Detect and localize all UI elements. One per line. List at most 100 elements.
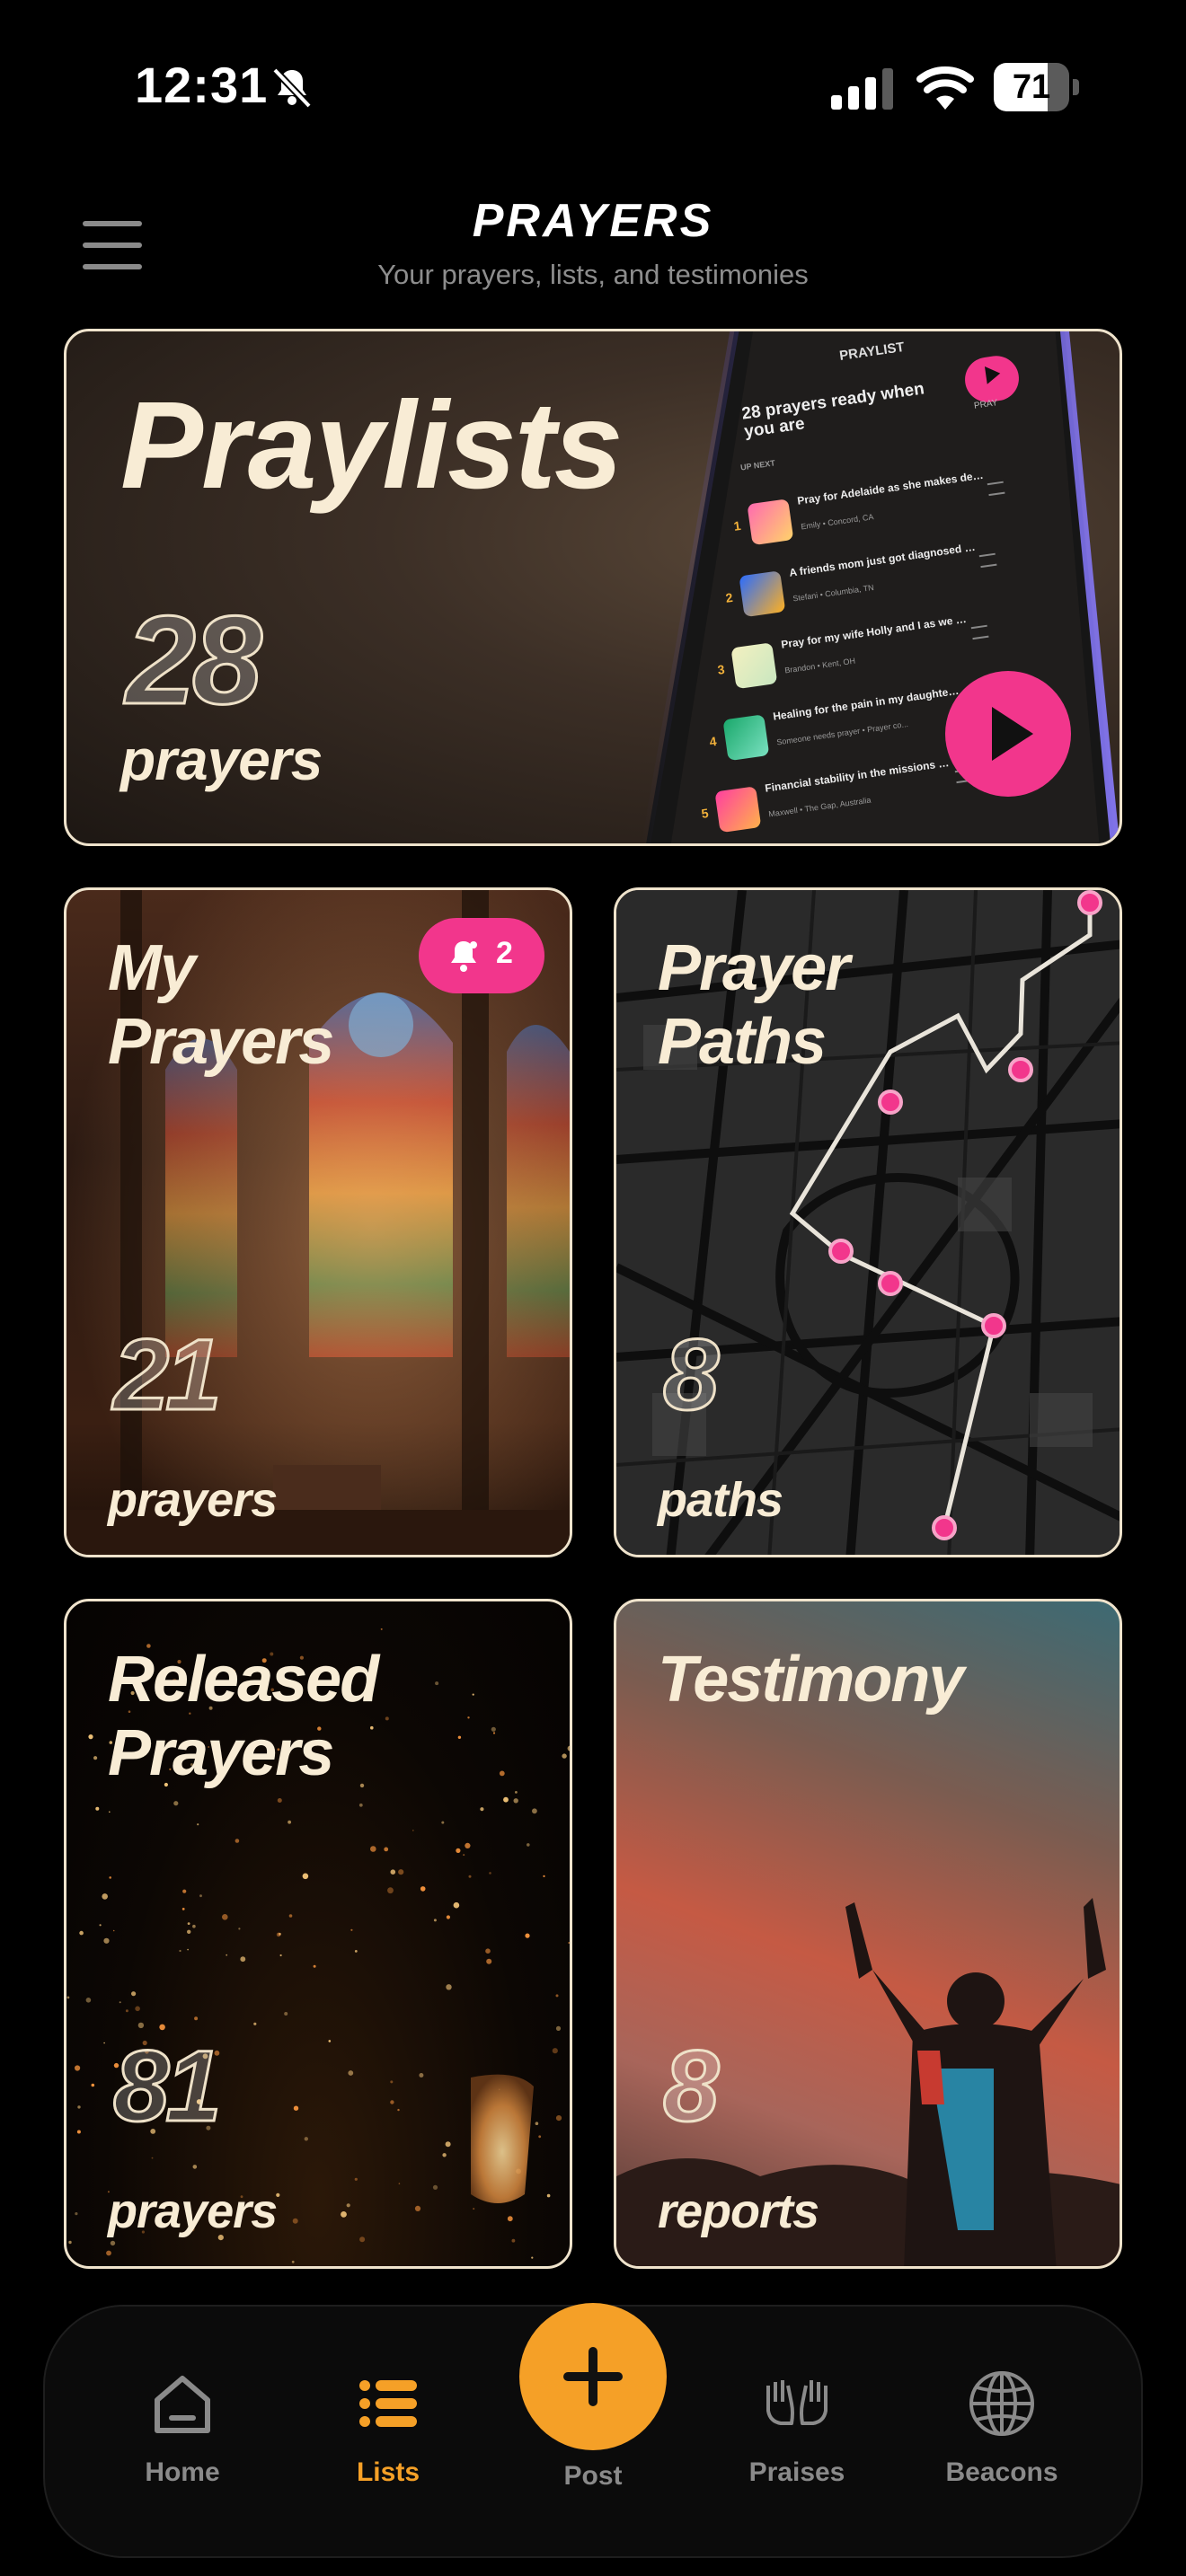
play-icon — [992, 707, 1033, 761]
tab-praises[interactable]: Praises — [707, 2368, 887, 2493]
lantern-dot — [446, 1984, 452, 1990]
lantern-dot — [390, 2100, 394, 2104]
lantern-dot — [135, 2006, 140, 2012]
lantern-dot — [532, 1808, 537, 1814]
praylists-title: Praylists — [120, 376, 623, 515]
lantern-dot — [432, 2184, 438, 2190]
lantern-dot — [313, 1964, 316, 1968]
phone-item-number: 4 — [708, 733, 718, 749]
praylists-unit: prayers — [120, 728, 323, 792]
lantern-dot — [387, 1887, 394, 1894]
lantern-dot — [414, 2205, 421, 2211]
phone-item-number: 5 — [700, 805, 710, 821]
testimony-card[interactable]: Testimony 8 reports — [614, 1599, 1122, 2269]
lantern-dot — [75, 2065, 81, 2071]
lantern-dot — [91, 2083, 95, 2087]
post-button[interactable] — [519, 2303, 667, 2450]
prayer-paths-unit: paths — [658, 1473, 783, 1527]
lantern-dot — [441, 1821, 445, 1824]
lantern-dot — [446, 1915, 450, 1919]
lantern-dot — [358, 1803, 363, 1807]
phone-item-number: 3 — [716, 661, 726, 677]
lantern-dot — [507, 2216, 513, 2222]
lantern-dot — [276, 1932, 281, 1937]
tab-lists[interactable]: Lists — [298, 2368, 478, 2493]
lantern-dot — [473, 2208, 475, 2210]
lantern-dot — [192, 1924, 196, 1928]
plus-icon — [563, 2347, 623, 2406]
lantern-dot — [555, 2115, 562, 2122]
lantern-dot — [288, 1914, 293, 1918]
lantern-dot — [173, 1801, 179, 1806]
lantern-dot — [103, 2042, 105, 2044]
phone-item-thumbnail — [730, 642, 778, 690]
battery-level: 71 — [1012, 68, 1051, 106]
lantern-dot — [106, 2250, 111, 2256]
lantern-dot — [277, 1798, 282, 1803]
lantern-dot — [453, 1901, 460, 1909]
released-prayers-card[interactable]: Released Prayers 81 prayers — [64, 1599, 572, 2269]
lantern-dot — [562, 1753, 567, 1759]
lantern-dot — [102, 1893, 108, 1900]
lantern-dot — [555, 2025, 562, 2031]
phone-item-thumbnail — [714, 786, 762, 834]
lantern-dot — [137, 2022, 145, 2029]
tab-home[interactable]: Home — [93, 2368, 272, 2493]
lantern-dot — [511, 2238, 516, 2243]
lantern-dot — [346, 2203, 350, 2208]
lantern-dot — [465, 1842, 471, 1848]
page-title: PRAYERS — [472, 195, 714, 247]
battery-icon: 71 — [994, 63, 1080, 111]
praising-hands-icon — [766, 2380, 828, 2425]
prayer-paths-card[interactable]: Prayer Paths 8 paths — [614, 887, 1122, 1557]
lantern-dot — [485, 1948, 491, 1954]
list-icon — [359, 2380, 417, 2427]
released-count: 81 — [112, 2030, 224, 2142]
lantern-dot — [240, 1956, 246, 1963]
lantern-dot — [468, 1875, 472, 1878]
lantern-dot — [543, 1875, 545, 1877]
lantern-dot — [179, 1949, 181, 1953]
lantern-dot — [435, 1681, 439, 1686]
tab-beacons[interactable]: Beacons — [912, 2368, 1092, 2493]
globe-icon — [969, 2371, 1034, 2436]
praylists-card[interactable]: PRAYLIST PRAY 28 prayers ready when you … — [64, 329, 1122, 846]
play-button[interactable] — [945, 671, 1071, 797]
my-prayers-title-line1: My — [108, 932, 196, 1004]
notification-badge[interactable]: 2 — [419, 918, 544, 993]
lantern-dot — [187, 1922, 190, 1925]
lantern-dot — [456, 1848, 461, 1853]
lantern-dot — [472, 1693, 474, 1696]
lantern-dot — [95, 1806, 100, 1811]
lantern-dot — [79, 1930, 84, 1936]
lantern-dot — [253, 2022, 257, 2025]
lantern-dot — [525, 1933, 530, 1938]
lantern-dot — [99, 1924, 102, 1927]
lantern-dot — [341, 2211, 347, 2218]
lantern-dot — [384, 1847, 389, 1852]
lantern-dot — [110, 2240, 116, 2246]
lantern-dot — [535, 2122, 539, 2125]
lantern-dot — [284, 2012, 288, 2016]
prayer-paths-title-line1: Prayer — [658, 932, 850, 1004]
lantern-dot — [380, 1628, 383, 1630]
lantern-dot — [125, 2009, 128, 2013]
lantern-dot — [350, 1928, 353, 1931]
tab-praises-label: Praises — [748, 2457, 845, 2487]
lantern-dot — [359, 2236, 366, 2243]
lantern-dot — [491, 1726, 496, 1732]
phone-item-thumbnail — [722, 714, 770, 762]
wifi-icon — [916, 66, 974, 110]
lantern-dot — [112, 1929, 115, 1932]
tab-lists-label: Lists — [356, 2457, 420, 2487]
lantern-dot — [109, 1811, 111, 1813]
lantern-dot — [499, 1770, 505, 1777]
lantern-dot — [293, 2105, 299, 2111]
lantern-dot — [568, 1942, 570, 1944]
lantern-dot — [546, 2193, 551, 2198]
released-title-line1: Released — [108, 1644, 379, 1716]
my-prayers-count: 21 — [112, 1319, 224, 1431]
status-time: 12:31 — [135, 57, 269, 113]
testimony-unit: reports — [658, 2184, 819, 2238]
lantern-dot — [194, 2016, 199, 2021]
